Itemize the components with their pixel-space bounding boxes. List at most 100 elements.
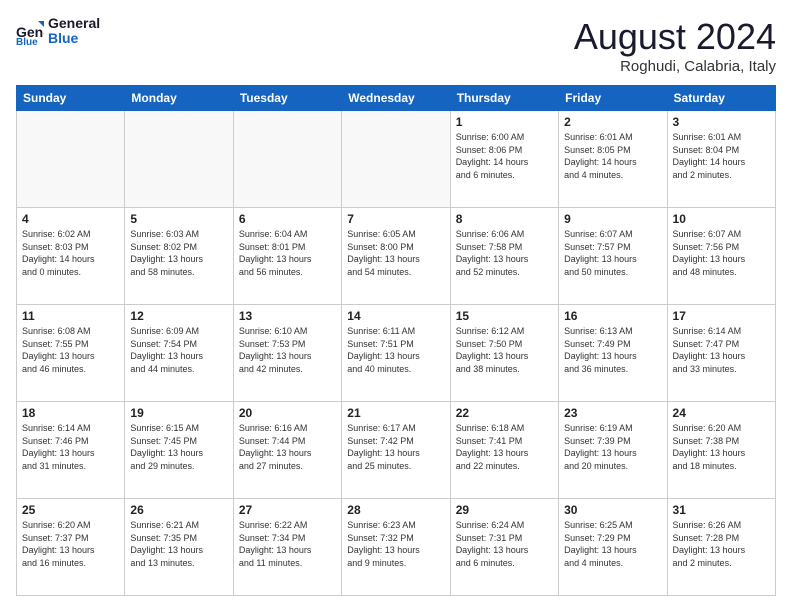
day-info: Sunrise: 6:07 AM Sunset: 7:57 PM Dayligh…	[564, 228, 661, 278]
day-info: Sunrise: 6:24 AM Sunset: 7:31 PM Dayligh…	[456, 519, 553, 569]
day-info: Sunrise: 6:06 AM Sunset: 7:58 PM Dayligh…	[456, 228, 553, 278]
calendar-cell	[233, 111, 341, 208]
svg-text:Blue: Blue	[16, 37, 38, 45]
location: Roghudi, Calabria, Italy	[574, 58, 776, 75]
calendar-cell: 20 Sunrise: 6:16 AM Sunset: 7:44 PM Dayli…	[233, 402, 341, 499]
logo-icon: General Blue	[16, 17, 44, 45]
calendar-cell: 31Sunrise: 6:26 AM Sunset: 7:28 PM Dayli…	[667, 499, 775, 596]
calendar-cell: 17 Sunrise: 6:14 AM Sunset: 7:47 PM Dayli…	[667, 305, 775, 402]
day-number: 27	[239, 503, 336, 517]
day-number: 15	[456, 309, 553, 323]
day-info: Sunrise: 6:02 AM Sunset: 8:03 PM Dayligh…	[22, 228, 119, 278]
day-number: 8	[456, 212, 553, 226]
day-number: 6	[239, 212, 336, 226]
week-row-5: 25 Sunrise: 6:20 AM Sunset: 7:37 PM Dayli…	[17, 499, 776, 596]
day-number: 24	[673, 406, 770, 420]
day-info: Sunrise: 6:20 AM Sunset: 7:38 PM Dayligh…	[673, 422, 770, 472]
day-info: Sunrise: 6:14 AM Sunset: 7:46 PM Dayligh…	[22, 422, 119, 472]
day-number: 22	[456, 406, 553, 420]
header-row: SundayMondayTuesdayWednesdayThursdayFrid…	[17, 86, 776, 111]
calendar-cell: 7 Sunrise: 6:05 AM Sunset: 8:00 PM Daylig…	[342, 208, 450, 305]
calendar-cell: 13 Sunrise: 6:10 AM Sunset: 7:53 PM Dayli…	[233, 305, 341, 402]
day-info: Sunrise: 6:14 AM Sunset: 7:47 PM Dayligh…	[673, 325, 770, 375]
day-info: Sunrise: 6:00 AM Sunset: 8:06 PM Dayligh…	[456, 131, 553, 181]
calendar-cell: 6 Sunrise: 6:04 AM Sunset: 8:01 PM Daylig…	[233, 208, 341, 305]
logo-line1: General	[48, 16, 100, 31]
day-info: Sunrise: 6:13 AM Sunset: 7:49 PM Dayligh…	[564, 325, 661, 375]
day-number: 17	[673, 309, 770, 323]
day-number: 1	[456, 115, 553, 129]
calendar-cell: 3Sunrise: 6:01 AM Sunset: 8:04 PM Daylig…	[667, 111, 775, 208]
calendar-cell: 2 Sunrise: 6:01 AM Sunset: 8:05 PM Daylig…	[559, 111, 667, 208]
day-info: Sunrise: 6:04 AM Sunset: 8:01 PM Dayligh…	[239, 228, 336, 278]
day-info: Sunrise: 6:10 AM Sunset: 7:53 PM Dayligh…	[239, 325, 336, 375]
calendar-cell: 29Sunrise: 6:24 AM Sunset: 7:31 PM Dayli…	[450, 499, 558, 596]
week-row-2: 4 Sunrise: 6:02 AM Sunset: 8:03 PM Daylig…	[17, 208, 776, 305]
week-row-1: 1 Sunrise: 6:00 AM Sunset: 8:06 PM Daylig…	[17, 111, 776, 208]
day-info: Sunrise: 6:08 AM Sunset: 7:55 PM Dayligh…	[22, 325, 119, 375]
day-info: Sunrise: 6:05 AM Sunset: 8:00 PM Dayligh…	[347, 228, 444, 278]
day-info: Sunrise: 6:12 AM Sunset: 7:50 PM Dayligh…	[456, 325, 553, 375]
col-header-saturday: Saturday	[667, 86, 775, 111]
day-number: 20	[239, 406, 336, 420]
calendar-cell: 27 Sunrise: 6:22 AM Sunset: 7:34 PM Dayli…	[233, 499, 341, 596]
calendar-cell: 26 Sunrise: 6:21 AM Sunset: 7:35 PM Dayli…	[125, 499, 233, 596]
day-number: 23	[564, 406, 661, 420]
day-number: 7	[347, 212, 444, 226]
calendar-cell: 18 Sunrise: 6:14 AM Sunset: 7:46 PM Dayli…	[17, 402, 125, 499]
day-info: Sunrise: 6:15 AM Sunset: 7:45 PM Dayligh…	[130, 422, 227, 472]
day-number: 12	[130, 309, 227, 323]
day-info: Sunrise: 6:16 AM Sunset: 7:44 PM Dayligh…	[239, 422, 336, 472]
day-info: Sunrise: 6:21 AM Sunset: 7:35 PM Dayligh…	[130, 519, 227, 569]
day-number: 13	[239, 309, 336, 323]
day-number: 3	[673, 115, 770, 129]
day-info: Sunrise: 6:03 AM Sunset: 8:02 PM Dayligh…	[130, 228, 227, 278]
day-number: 2	[564, 115, 661, 129]
logo-line2: Blue	[48, 31, 100, 46]
day-number: 19	[130, 406, 227, 420]
month-title: August 2024	[574, 16, 776, 58]
day-number: 25	[22, 503, 119, 517]
logo: General Blue General Blue	[16, 16, 100, 47]
day-number: 11	[22, 309, 119, 323]
calendar-cell: 8 Sunrise: 6:06 AM Sunset: 7:58 PM Daylig…	[450, 208, 558, 305]
calendar-cell: 1 Sunrise: 6:00 AM Sunset: 8:06 PM Daylig…	[450, 111, 558, 208]
calendar-cell	[125, 111, 233, 208]
calendar-cell: 15 Sunrise: 6:12 AM Sunset: 7:50 PM Dayli…	[450, 305, 558, 402]
day-number: 30	[564, 503, 661, 517]
calendar-cell: 21Sunrise: 6:17 AM Sunset: 7:42 PM Dayli…	[342, 402, 450, 499]
calendar-cell: 22Sunrise: 6:18 AM Sunset: 7:41 PM Dayli…	[450, 402, 558, 499]
col-header-friday: Friday	[559, 86, 667, 111]
calendar-cell: 19 Sunrise: 6:15 AM Sunset: 7:45 PM Dayli…	[125, 402, 233, 499]
day-info: Sunrise: 6:26 AM Sunset: 7:28 PM Dayligh…	[673, 519, 770, 569]
calendar-cell: 28 Sunrise: 6:23 AM Sunset: 7:32 PM Dayli…	[342, 499, 450, 596]
col-header-monday: Monday	[125, 86, 233, 111]
col-header-sunday: Sunday	[17, 86, 125, 111]
day-info: Sunrise: 6:22 AM Sunset: 7:34 PM Dayligh…	[239, 519, 336, 569]
calendar-cell: 11 Sunrise: 6:08 AM Sunset: 7:55 PM Dayli…	[17, 305, 125, 402]
calendar-cell: 10Sunrise: 6:07 AM Sunset: 7:56 PM Dayli…	[667, 208, 775, 305]
col-header-thursday: Thursday	[450, 86, 558, 111]
calendar-cell: 5Sunrise: 6:03 AM Sunset: 8:02 PM Daylig…	[125, 208, 233, 305]
calendar-cell: 23 Sunrise: 6:19 AM Sunset: 7:39 PM Dayli…	[559, 402, 667, 499]
day-number: 18	[22, 406, 119, 420]
day-number: 26	[130, 503, 227, 517]
calendar-cell: 4 Sunrise: 6:02 AM Sunset: 8:03 PM Daylig…	[17, 208, 125, 305]
day-number: 21	[347, 406, 444, 420]
calendar-table: SundayMondayTuesdayWednesdayThursdayFrid…	[16, 85, 776, 596]
day-info: Sunrise: 6:23 AM Sunset: 7:32 PM Dayligh…	[347, 519, 444, 569]
day-info: Sunrise: 6:20 AM Sunset: 7:37 PM Dayligh…	[22, 519, 119, 569]
day-number: 14	[347, 309, 444, 323]
day-info: Sunrise: 6:25 AM Sunset: 7:29 PM Dayligh…	[564, 519, 661, 569]
day-info: Sunrise: 6:19 AM Sunset: 7:39 PM Dayligh…	[564, 422, 661, 472]
day-number: 16	[564, 309, 661, 323]
calendar-cell: 25 Sunrise: 6:20 AM Sunset: 7:37 PM Dayli…	[17, 499, 125, 596]
title-section: August 2024 Roghudi, Calabria, Italy	[574, 16, 776, 75]
col-header-wednesday: Wednesday	[342, 86, 450, 111]
page: General Blue General Blue August 2024 Ro…	[0, 0, 792, 612]
day-number: 4	[22, 212, 119, 226]
calendar-cell	[342, 111, 450, 208]
day-number: 28	[347, 503, 444, 517]
day-info: Sunrise: 6:01 AM Sunset: 8:05 PM Dayligh…	[564, 131, 661, 181]
calendar-cell: 30 Sunrise: 6:25 AM Sunset: 7:29 PM Dayli…	[559, 499, 667, 596]
